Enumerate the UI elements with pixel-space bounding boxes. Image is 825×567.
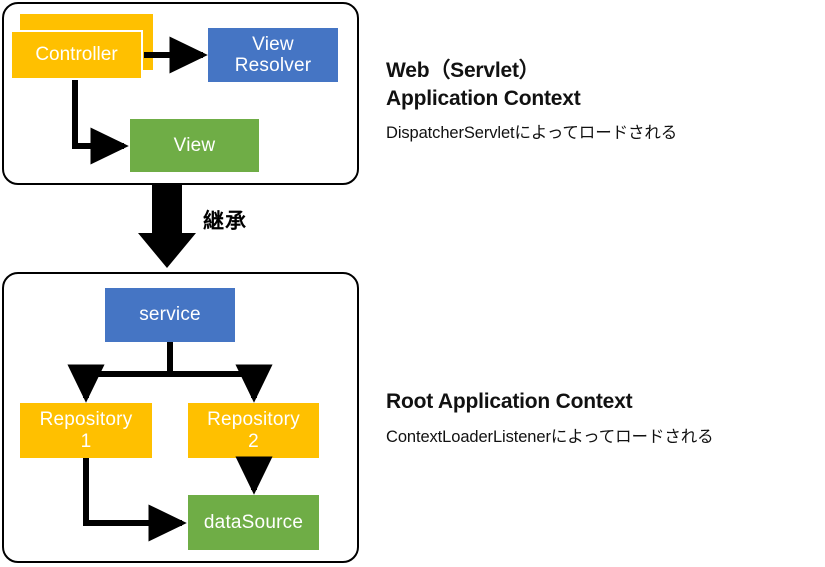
- service-node[interactable]: service: [105, 288, 235, 342]
- datasource-node[interactable]: dataSource: [188, 495, 319, 550]
- root-context-heading: Root Application Context: [386, 390, 633, 413]
- web-context-subtext: DispatcherServletによってロードされる: [386, 124, 678, 143]
- controller-node[interactable]: Controller: [10, 14, 153, 80]
- web-context-annotation: Web（Servlet） Application Context Dispatc…: [386, 57, 677, 146]
- repository-2-node[interactable]: Repository 2: [188, 403, 319, 458]
- diagram-canvas: Controller View Resolver View service Re…: [0, 0, 825, 567]
- view-node[interactable]: View: [130, 119, 259, 172]
- root-context-annotation: Root Application Context ContextLoaderLi…: [386, 388, 714, 449]
- view-resolver-node[interactable]: View Resolver: [208, 28, 338, 82]
- root-context-subtext: ContextLoaderListenerによってロードされる: [386, 427, 714, 446]
- controller-label-plate: Controller: [10, 30, 143, 80]
- web-context-heading: Web（Servlet） Application Context: [386, 59, 581, 110]
- repository-1-node[interactable]: Repository 1: [20, 403, 152, 458]
- inheritance-label: 継承: [203, 210, 247, 233]
- inheritance-block-arrow: [138, 185, 196, 268]
